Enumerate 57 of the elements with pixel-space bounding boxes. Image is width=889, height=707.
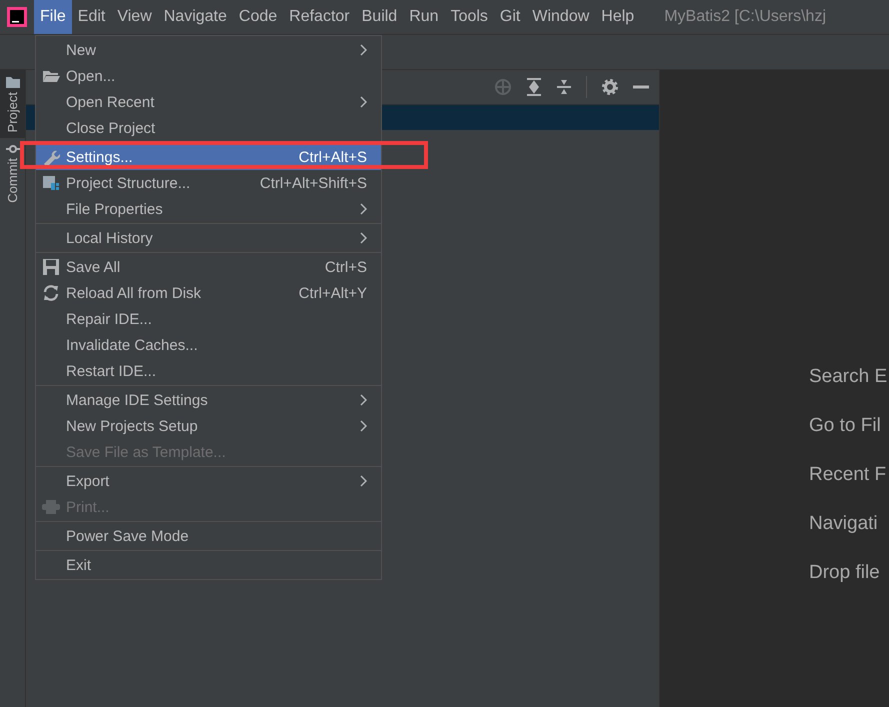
expand-all-icon[interactable]: [526, 78, 542, 96]
chevron-icon: [360, 420, 367, 432]
folder-icon: [42, 69, 60, 83]
menu-entry[interactable]: Export: [36, 468, 381, 494]
menu-item[interactable]: Git: [494, 0, 526, 34]
welcome-hint: Navigati: [809, 513, 879, 534]
app-logo: [7, 7, 27, 27]
save-icon: [42, 258, 60, 276]
menu-entry[interactable]: File Properties: [36, 196, 381, 222]
menu-item[interactable]: Navigate: [158, 0, 233, 34]
menu-item[interactable]: Build: [356, 0, 404, 34]
menu-item[interactable]: File: [34, 0, 72, 34]
chevron-icon: [360, 475, 367, 487]
menu-entry[interactable]: Invalidate Caches...: [36, 332, 381, 358]
chevron-icon: [360, 44, 367, 56]
side-tab[interactable]: Commit: [0, 138, 25, 210]
menu-entry[interactable]: Open Recent: [36, 89, 381, 115]
menu-item[interactable]: Window: [526, 0, 596, 34]
welcome-hint: Go to Fil: [809, 415, 882, 436]
menu-entry[interactable]: Local History: [36, 225, 381, 251]
menu-entry[interactable]: Save All Ctrl+S: [36, 254, 381, 280]
menu-item[interactable]: Code: [232, 0, 284, 34]
menu-item[interactable]: View: [111, 0, 158, 34]
reload-icon: [42, 284, 60, 302]
folder-icon: [6, 76, 20, 88]
menu-item[interactable]: Tools: [444, 0, 494, 34]
settings-icon[interactable]: [601, 78, 619, 96]
menu-entry[interactable]: New Projects Setup: [36, 413, 381, 439]
welcome-hint: Drop file: [809, 562, 881, 583]
menu-item[interactable]: Help: [595, 0, 640, 34]
menu-item[interactable]: Edit: [72, 0, 112, 34]
chevron-icon: [360, 394, 367, 406]
chevron-icon: [360, 203, 367, 215]
menu-entry[interactable]: Open...: [36, 63, 381, 89]
structure-icon: [42, 175, 60, 191]
menu-entry[interactable]: Close Project: [36, 115, 381, 141]
menu-entry[interactable]: Repair IDE...: [36, 306, 381, 332]
window-title: MyBatis2 [C:\Users\hzj: [664, 7, 826, 27]
menu-entry[interactable]: Manage IDE Settings: [36, 387, 381, 413]
menu-entry[interactable]: Exit: [36, 552, 381, 578]
commit-icon: [6, 144, 20, 154]
menu-entry[interactable]: Project Structure... Ctrl+Alt+Shift+S: [36, 170, 381, 196]
printer-icon: [41, 499, 61, 515]
menu-item[interactable]: Refactor: [283, 0, 356, 34]
minimize-icon[interactable]: [633, 85, 649, 89]
chevron-icon: [360, 96, 367, 108]
chevron-icon: [360, 232, 367, 244]
menu-entry[interactable]: New: [36, 37, 381, 63]
side-tab[interactable]: Project: [0, 70, 25, 138]
menu-entry[interactable]: Power Save Mode: [36, 523, 381, 549]
collapse-all-icon[interactable]: [556, 78, 572, 96]
wrench-icon: [42, 148, 60, 166]
menu-item[interactable]: Run: [403, 0, 445, 34]
welcome-hint: Recent F: [809, 464, 888, 485]
menu-entry[interactable]: Reload All from Disk Ctrl+Alt+Y: [36, 280, 381, 306]
welcome-hint: Search E: [809, 366, 888, 387]
menu-entry[interactable]: Restart IDE...: [36, 358, 381, 384]
